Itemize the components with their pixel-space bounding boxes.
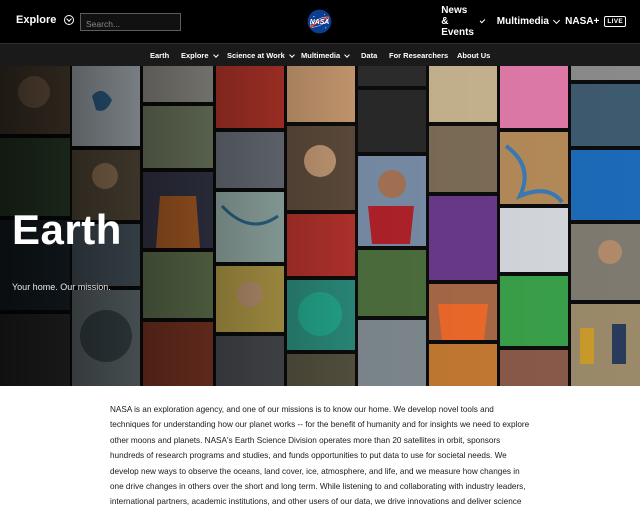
section-nav: Earth Explore Science at Work Multimedia… <box>0 43 640 66</box>
nav-news-events-label: News & Events <box>441 5 474 38</box>
nav-multimedia-label: Multimedia <box>496 16 549 27</box>
section-nav-science-at-work-label: Science at Work <box>227 51 285 60</box>
search-field[interactable] <box>80 13 181 32</box>
section-nav-science-at-work[interactable]: Science at Work <box>227 44 295 67</box>
chevron-down-icon <box>552 16 561 24</box>
chevron-down-icon <box>479 17 486 23</box>
intro-paragraph: NASA is an exploration agency, and one o… <box>110 405 530 507</box>
section-nav-multimedia-label: Multimedia <box>301 51 341 60</box>
page-title: Earth <box>12 206 122 253</box>
svg-text:NASA: NASA <box>310 19 329 26</box>
chevron-down-icon <box>288 51 295 58</box>
section-nav-about-us-label: About Us <box>457 51 491 60</box>
section-nav-data[interactable]: Data <box>361 44 377 67</box>
nav-multimedia[interactable]: Multimedia <box>496 16 561 27</box>
nasa-logo[interactable]: NASA <box>307 9 332 34</box>
nav-nasa-plus[interactable]: NASA+ LIVE <box>565 16 626 27</box>
section-nav-for-researchers[interactable]: For Researchers <box>389 44 448 67</box>
nav-news-events[interactable]: News & Events <box>441 5 486 38</box>
section-nav-earth-label: Earth <box>150 51 170 60</box>
page-tagline: Your home. Our mission. <box>12 282 111 292</box>
hero-banner: Earth Your home. Our mission. <box>0 66 640 386</box>
nav-nasa-plus-label: NASA+ <box>565 16 600 27</box>
section-nav-earth[interactable]: Earth <box>150 44 169 67</box>
chevron-circle-icon <box>64 15 75 25</box>
section-nav-about-us[interactable]: About Us <box>457 44 490 67</box>
explore-menu-button[interactable]: Explore <box>16 14 75 26</box>
search-input[interactable] <box>81 16 180 32</box>
explore-label: Explore <box>16 14 57 26</box>
section-nav-explore-label: Explore <box>181 51 209 60</box>
live-badge: LIVE <box>604 16 626 27</box>
section-nav-data-label: Data <box>361 51 378 60</box>
section-nav-for-researchers-label: For Researchers <box>389 51 449 60</box>
chevron-down-icon <box>212 51 219 58</box>
global-header: Explore NASA News & Events Multimedia NA… <box>0 0 640 43</box>
section-nav-multimedia[interactable]: Multimedia <box>301 44 351 67</box>
chevron-down-icon <box>344 51 351 58</box>
section-nav-explore[interactable]: Explore <box>181 44 219 67</box>
